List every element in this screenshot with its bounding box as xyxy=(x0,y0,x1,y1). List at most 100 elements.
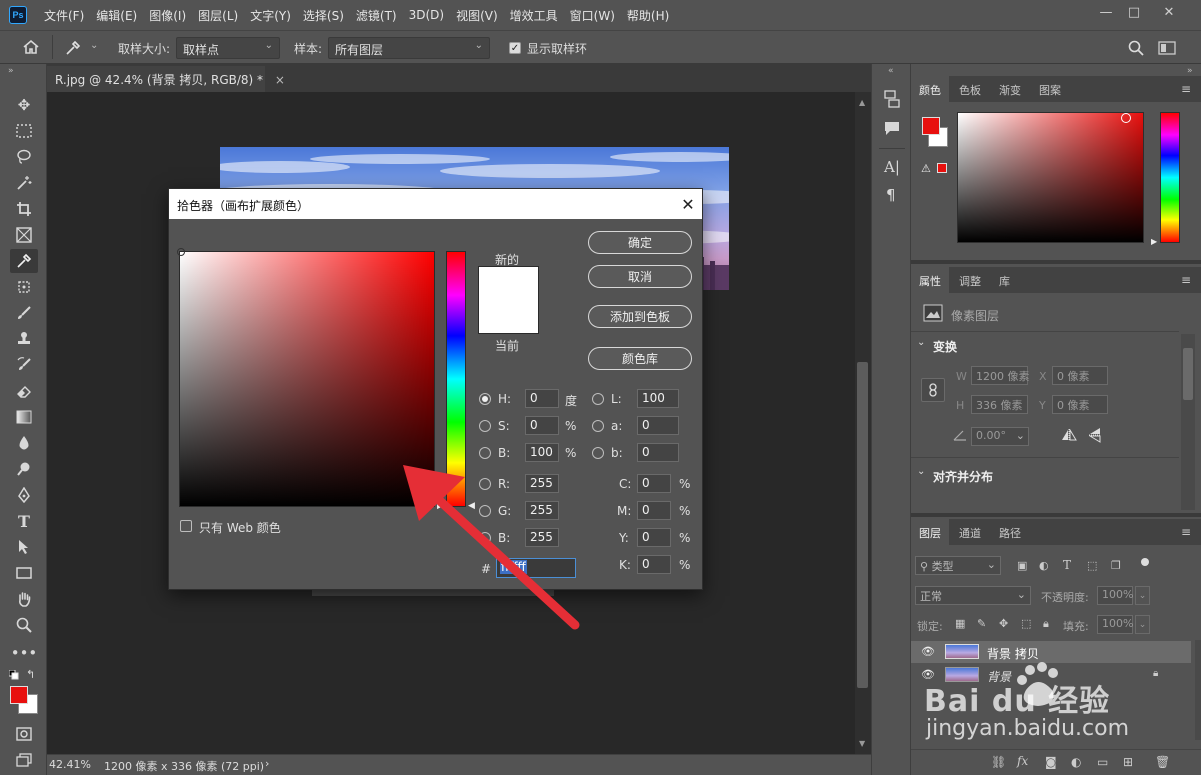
menu-help[interactable]: 帮助(H) xyxy=(621,7,675,24)
type-tool-icon[interactable]: T xyxy=(10,509,38,533)
crop-tool-icon[interactable] xyxy=(10,197,38,221)
comments-panel-icon[interactable] xyxy=(884,120,900,136)
blend-mode-select[interactable]: 正常 ⌄ xyxy=(915,586,1031,605)
status-arrow-icon[interactable]: › xyxy=(265,757,269,770)
healing-tool-icon[interactable] xyxy=(10,275,38,299)
menu-file[interactable]: 文件(F) xyxy=(38,7,90,24)
current-color-swatch[interactable] xyxy=(479,300,538,333)
close-window-button[interactable]: ✕ xyxy=(1152,0,1186,24)
tab-gradients[interactable]: 渐变 xyxy=(991,76,1029,102)
path-selection-tool-icon[interactable] xyxy=(10,535,38,559)
add-to-swatches-button[interactable]: 添加到色板 xyxy=(588,305,692,328)
vertical-scroll-thumb[interactable] xyxy=(857,362,868,688)
tab-channels[interactable]: 通道 xyxy=(951,519,989,545)
fill-dropdown-icon[interactable]: ⌄ xyxy=(1135,615,1150,634)
lightness-input[interactable]: 100 xyxy=(637,389,679,408)
x-input[interactable]: 0 像素 xyxy=(1052,366,1108,385)
dialog-close-icon[interactable]: ✕ xyxy=(674,191,702,217)
lock-transparent-icon[interactable]: ▦ xyxy=(955,617,965,630)
tab-paths[interactable]: 路径 xyxy=(991,519,1029,545)
link-dimensions-icon[interactable] xyxy=(921,378,945,402)
move-tool-icon[interactable]: ✥ xyxy=(10,93,38,117)
tab-adjustments[interactable]: 调整 xyxy=(951,267,989,293)
home-icon[interactable] xyxy=(22,39,40,55)
marquee-tool-icon[interactable] xyxy=(10,119,38,143)
menu-type[interactable]: 文字(Y) xyxy=(244,7,297,24)
default-colors-icon[interactable] xyxy=(9,670,19,680)
saturation-radio[interactable] xyxy=(479,420,491,432)
filter-toggle-icon[interactable] xyxy=(1141,558,1149,566)
layer-style-icon[interactable]: fx xyxy=(1017,754,1028,768)
hue-marker-icon[interactable]: ▶ xyxy=(1151,237,1157,246)
foreground-color-swatch[interactable] xyxy=(10,686,28,704)
scroll-down-icon[interactable]: ▼ xyxy=(859,739,865,748)
opacity-dropdown-icon[interactable]: ⌄ xyxy=(1135,586,1150,605)
ok-button[interactable]: 确定 xyxy=(588,231,692,254)
color-field-cursor[interactable] xyxy=(177,248,185,256)
menu-select[interactable]: 选择(S) xyxy=(297,7,350,24)
align-distribute-heading[interactable]: 对齐并分布 xyxy=(933,468,993,485)
b-channel-input[interactable]: 0 xyxy=(637,443,679,462)
tab-patterns[interactable]: 图案 xyxy=(1031,76,1069,102)
layers-scrollbar[interactable] xyxy=(1195,640,1201,740)
eye-icon[interactable]: 👁︎ xyxy=(921,645,935,658)
gamut-warning-icon[interactable]: ⚠ xyxy=(921,162,931,175)
filter-adjustment-icon[interactable]: ◐ xyxy=(1039,559,1049,572)
menu-plugins[interactable]: 增效工具 xyxy=(504,7,564,24)
blur-tool-icon[interactable] xyxy=(10,431,38,455)
panel-menu-icon[interactable]: ≡ xyxy=(1181,525,1191,539)
filter-smart-object-icon[interactable]: ❐ xyxy=(1111,559,1121,572)
brush-tool-icon[interactable] xyxy=(10,301,38,325)
more-tools-icon[interactable]: ••• xyxy=(10,641,38,665)
fill-input[interactable]: 100% xyxy=(1097,615,1133,634)
rectangle-tool-icon[interactable] xyxy=(10,561,38,585)
sample-size-select[interactable]: 取样点 ⌄ xyxy=(176,37,280,59)
panel-menu-icon[interactable]: ≡ xyxy=(1181,82,1191,96)
close-tab-icon[interactable]: × xyxy=(275,73,285,87)
zoom-tool-icon[interactable] xyxy=(10,613,38,637)
tab-layers[interactable]: 图层 xyxy=(911,519,949,545)
width-input[interactable]: 1200 像素 xyxy=(971,366,1030,385)
chevron-down-icon[interactable]: ⌄ xyxy=(90,40,98,51)
cyan-input[interactable]: 0 xyxy=(637,474,671,493)
color-panel-field[interactable] xyxy=(957,112,1144,243)
only-web-colors-checkbox[interactable] xyxy=(180,520,192,532)
quick-mask-icon[interactable] xyxy=(10,722,38,746)
color-panel-cursor[interactable] xyxy=(1121,113,1131,123)
height-input[interactable]: 336 像素 xyxy=(971,395,1028,414)
stamp-tool-icon[interactable] xyxy=(10,327,38,351)
link-layers-icon[interactable]: ⛓︎ xyxy=(991,755,1006,769)
filter-type-icon[interactable]: T xyxy=(1063,558,1071,572)
menu-image[interactable]: 图像(I) xyxy=(143,7,192,24)
magenta-input[interactable]: 0 xyxy=(637,501,671,520)
pen-tool-icon[interactable] xyxy=(10,483,38,507)
panel-menu-icon[interactable]: ≡ xyxy=(1181,273,1191,287)
frame-tool-icon[interactable] xyxy=(10,223,38,247)
workspace-icon[interactable] xyxy=(1158,41,1176,55)
filter-shape-icon[interactable]: ⬚ xyxy=(1087,559,1097,572)
hand-tool-icon[interactable] xyxy=(10,587,38,611)
new-group-icon[interactable]: ▭ xyxy=(1097,755,1108,769)
angle-input[interactable]: 0.00° ⌄ xyxy=(971,427,1029,446)
hue-input[interactable]: 0 xyxy=(525,389,559,408)
transform-heading[interactable]: 变换 xyxy=(933,338,957,355)
document-tab[interactable]: R.jpg @ 42.4% (背景 拷贝, RGB/8) * × xyxy=(47,66,285,92)
a-channel-radio[interactable] xyxy=(592,420,604,432)
gamut-color-swatch[interactable] xyxy=(937,163,947,173)
menu-window[interactable]: 窗口(W) xyxy=(564,7,621,24)
search-icon[interactable] xyxy=(1128,40,1144,56)
lock-position-icon[interactable]: ✥ xyxy=(999,617,1008,630)
menu-view[interactable]: 视图(V) xyxy=(450,7,504,24)
tab-properties[interactable]: 属性 xyxy=(911,267,949,293)
layer-kind-filter[interactable]: ⚲ 类型 ⌄ xyxy=(915,556,1001,575)
hue-radio[interactable] xyxy=(479,393,491,405)
new-layer-icon[interactable]: ⊞ xyxy=(1123,755,1133,769)
history-brush-tool-icon[interactable] xyxy=(10,353,38,377)
character-panel-icon[interactable]: A| xyxy=(884,158,900,176)
b-channel-radio[interactable] xyxy=(592,447,604,459)
y-input[interactable]: 0 像素 xyxy=(1052,395,1108,414)
flip-vertical-icon[interactable] xyxy=(1089,427,1101,443)
eyedropper-tool-icon[interactable] xyxy=(10,249,38,273)
delete-layer-icon[interactable]: 🗑︎ xyxy=(1155,755,1170,769)
cancel-button[interactable]: 取消 xyxy=(588,265,692,288)
